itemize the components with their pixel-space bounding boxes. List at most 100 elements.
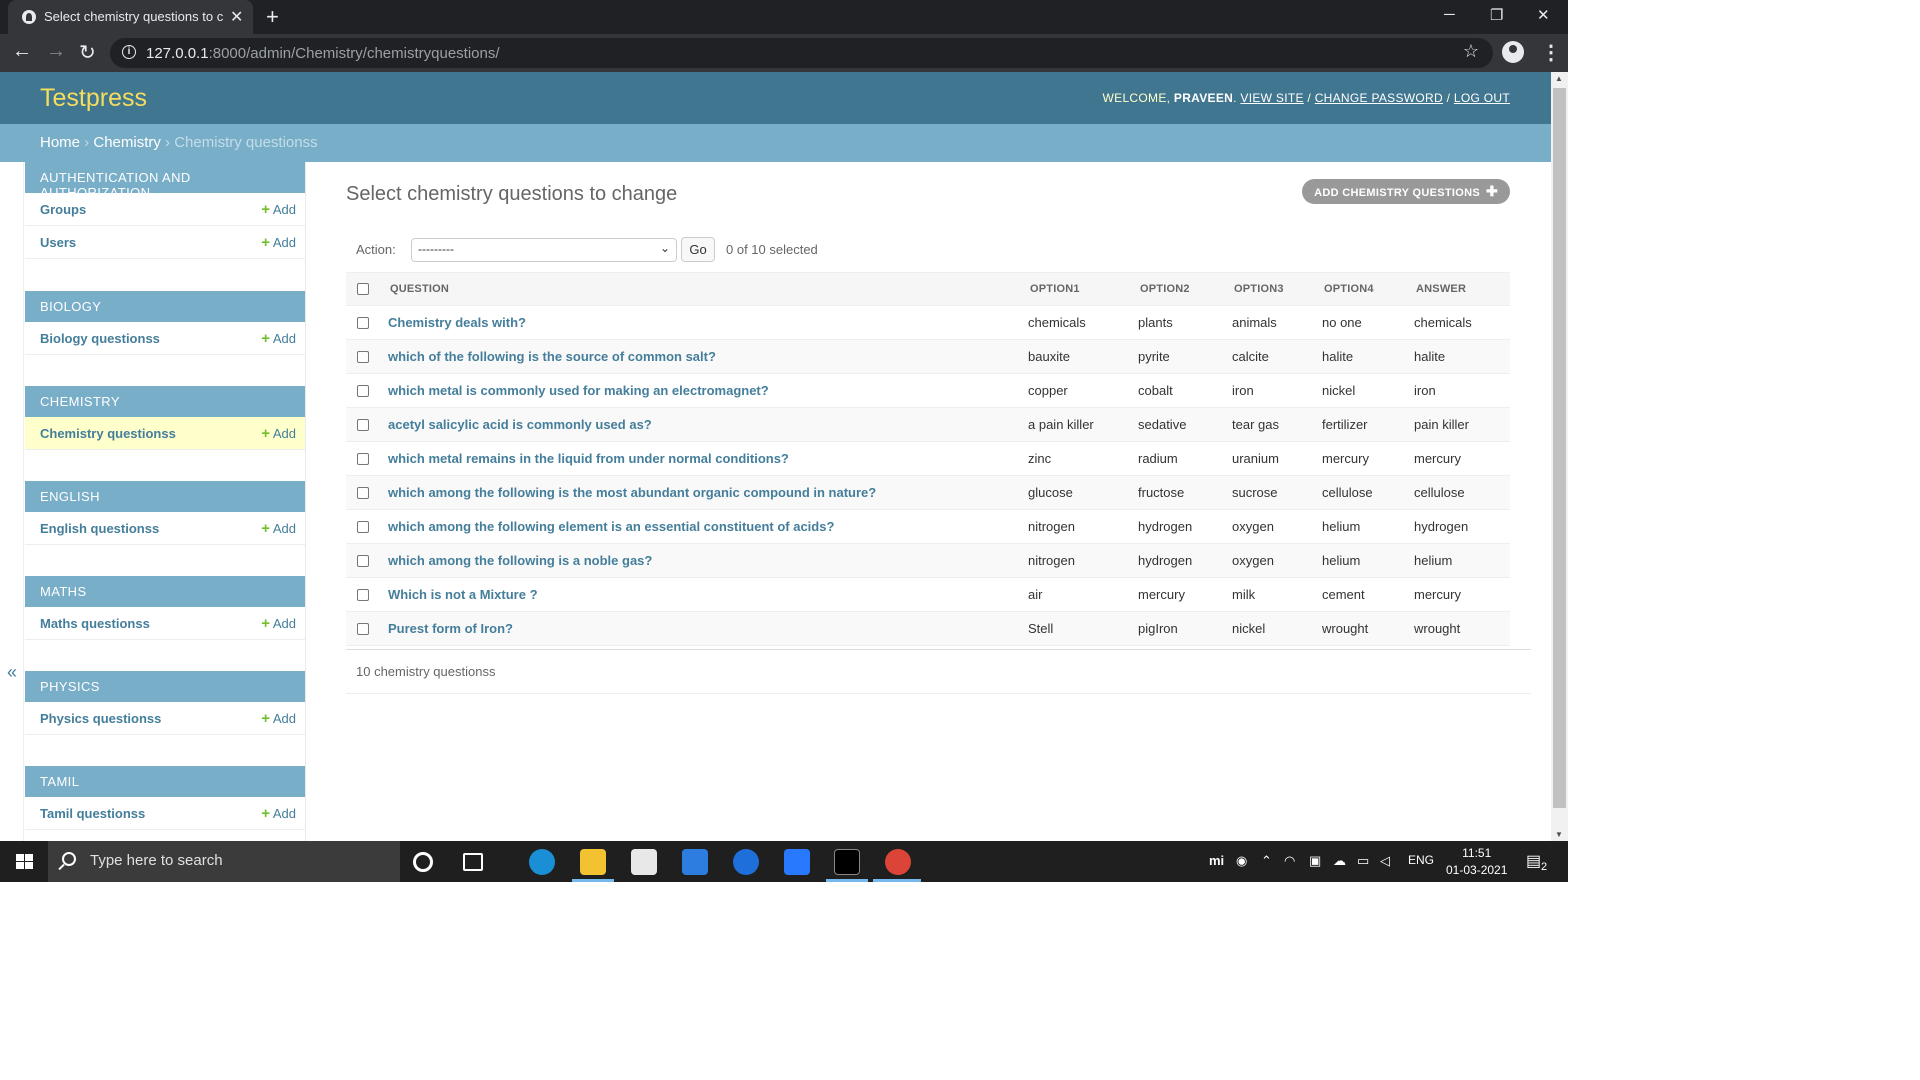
back-icon[interactable]: ←: [12, 40, 32, 63]
cortana-icon[interactable]: [413, 852, 433, 872]
column-header[interactable]: OPTION2: [1138, 272, 1232, 306]
writer-icon[interactable]: [784, 849, 810, 875]
row-checkbox[interactable]: [357, 350, 369, 363]
question-link[interactable]: acetyl salicylic acid is commonly used a…: [388, 417, 652, 432]
question-link[interactable]: which among the following element is an …: [388, 519, 834, 534]
breadcrumb-app[interactable]: Chemistry: [93, 134, 161, 151]
column-header[interactable]: ANSWER: [1414, 272, 1510, 306]
model-link[interactable]: Biology questionss: [40, 331, 160, 346]
device-icon[interactable]: ▣: [1309, 853, 1321, 869]
row-checkbox[interactable]: [357, 384, 369, 397]
onedrive-icon[interactable]: ☁: [1333, 853, 1346, 869]
battery-icon[interactable]: ▭: [1357, 853, 1369, 869]
bookmark-star-icon[interactable]: ☆: [1463, 41, 1479, 62]
question-link[interactable]: Chemistry deals with?: [388, 315, 526, 330]
row-checkbox[interactable]: [357, 316, 369, 329]
add-model-link[interactable]: + Add: [261, 615, 296, 632]
module-caption[interactable]: TAMIL: [25, 766, 305, 797]
row-checkbox[interactable]: [357, 452, 369, 465]
mi-icon[interactable]: mi: [1209, 853, 1224, 868]
row-checkbox[interactable]: [357, 486, 369, 499]
module-caption[interactable]: PHYSICS: [25, 671, 305, 702]
site-branding[interactable]: Testpress: [40, 84, 147, 113]
task-view-icon[interactable]: [463, 853, 483, 871]
scrollbar-thumb[interactable]: [1553, 88, 1566, 808]
windows-start-icon[interactable]: [16, 854, 33, 870]
browser-tab[interactable]: Select chemistry questions to cha ✕: [8, 0, 253, 34]
terminal-icon[interactable]: [834, 849, 860, 875]
mail-icon[interactable]: [682, 849, 708, 875]
row-checkbox[interactable]: [357, 418, 369, 431]
question-link[interactable]: which among the following is the most ab…: [388, 485, 876, 500]
module-caption[interactable]: BIOLOGY: [25, 291, 305, 322]
store-icon[interactable]: [631, 849, 657, 875]
add-chemistry-questions-button[interactable]: ADD CHEMISTRY QUESTIONS ✚: [1302, 179, 1510, 204]
column-header[interactable]: OPTION3: [1232, 272, 1322, 306]
browser-menu-icon[interactable]: ⋮: [1541, 40, 1561, 65]
question-link[interactable]: which metal remains in the liquid from u…: [388, 451, 789, 466]
select-all-checkbox[interactable]: [357, 283, 369, 295]
row-checkbox[interactable]: [357, 520, 369, 533]
model-link[interactable]: Chemistry questionss: [40, 426, 176, 441]
model-link[interactable]: Groups: [40, 202, 86, 217]
new-tab-icon[interactable]: +: [266, 4, 279, 30]
notifications-icon[interactable]: ▤: [1526, 851, 1541, 871]
question-link[interactable]: Purest form of Iron?: [388, 621, 513, 636]
sync-icon[interactable]: ◉: [1236, 853, 1247, 869]
question-link[interactable]: which among the following is a noble gas…: [388, 553, 652, 568]
model-link[interactable]: Tamil questionss: [40, 806, 145, 821]
chrome-icon[interactable]: [885, 849, 911, 875]
add-model-link[interactable]: + Add: [261, 330, 296, 347]
go-button[interactable]: Go: [681, 237, 715, 262]
change-password-link[interactable]: CHANGE PASSWORD: [1315, 91, 1443, 105]
model-link[interactable]: Users: [40, 235, 76, 250]
collapse-sidebar-icon[interactable]: «: [7, 662, 17, 683]
page-scrollbar[interactable]: ▲ ▼: [1551, 72, 1568, 841]
app-icon[interactable]: [733, 849, 759, 875]
wifi-icon[interactable]: ◠: [1284, 853, 1295, 869]
close-tab-icon[interactable]: ✕: [230, 7, 243, 27]
add-model-link[interactable]: + Add: [261, 710, 296, 727]
column-header[interactable]: OPTION1: [1028, 272, 1138, 306]
add-model-link[interactable]: + Add: [261, 425, 296, 442]
add-model-link[interactable]: + Add: [261, 805, 296, 822]
minimize-icon[interactable]: ─: [1444, 6, 1455, 23]
taskbar-clock[interactable]: 11:51 01-03-2021: [1446, 845, 1507, 879]
log-out-link[interactable]: LOG OUT: [1454, 91, 1510, 105]
question-link[interactable]: which of the following is the source of …: [388, 349, 716, 364]
question-link[interactable]: which metal is commonly used for making …: [388, 383, 769, 398]
add-model-link[interactable]: + Add: [261, 234, 296, 251]
row-checkbox[interactable]: [357, 622, 369, 635]
volume-icon[interactable]: ◁: [1380, 853, 1390, 869]
row-checkbox[interactable]: [357, 588, 369, 601]
reload-icon[interactable]: ↻: [79, 40, 96, 65]
scroll-up-icon[interactable]: ▲: [1555, 74, 1563, 83]
profile-avatar-icon[interactable]: [1502, 41, 1524, 63]
model-link[interactable]: English questionss: [40, 521, 159, 536]
forward-icon[interactable]: →: [46, 40, 66, 63]
info-icon[interactable]: i: [122, 45, 136, 59]
module-caption[interactable]: AUTHENTICATION AND AUTHORIZATION: [25, 162, 305, 200]
row-checkbox[interactable]: [357, 554, 369, 567]
question-link[interactable]: Which is not a Mixture ?: [388, 587, 538, 602]
add-model-link[interactable]: + Add: [261, 201, 296, 218]
edge-icon[interactable]: [529, 849, 555, 875]
taskbar-search-box[interactable]: Type here to search: [48, 841, 400, 882]
add-model-link[interactable]: + Add: [261, 520, 296, 537]
close-window-icon[interactable]: ✕: [1537, 6, 1550, 24]
column-header[interactable]: QUESTION: [388, 272, 1028, 306]
language-indicator[interactable]: ENG: [1408, 853, 1434, 867]
action-select[interactable]: --------- ⌄: [411, 238, 677, 262]
model-link[interactable]: Maths questionss: [40, 616, 150, 631]
address-bar[interactable]: i 127.0.0.1:8000/admin/Chemistry/chemist…: [110, 38, 1493, 68]
scroll-down-icon[interactable]: ▼: [1555, 830, 1563, 839]
module-caption[interactable]: ENGLISH: [25, 481, 305, 512]
column-header[interactable]: OPTION4: [1322, 272, 1414, 306]
view-site-link[interactable]: VIEW SITE: [1240, 91, 1303, 105]
model-link[interactable]: Physics questionss: [40, 711, 161, 726]
breadcrumb-home[interactable]: Home: [40, 134, 80, 151]
module-caption[interactable]: MATHS: [25, 576, 305, 607]
chevron-up-icon[interactable]: ⌃: [1261, 853, 1272, 869]
restore-icon[interactable]: ❐: [1490, 6, 1503, 24]
module-caption[interactable]: CHEMISTRY: [25, 386, 305, 417]
